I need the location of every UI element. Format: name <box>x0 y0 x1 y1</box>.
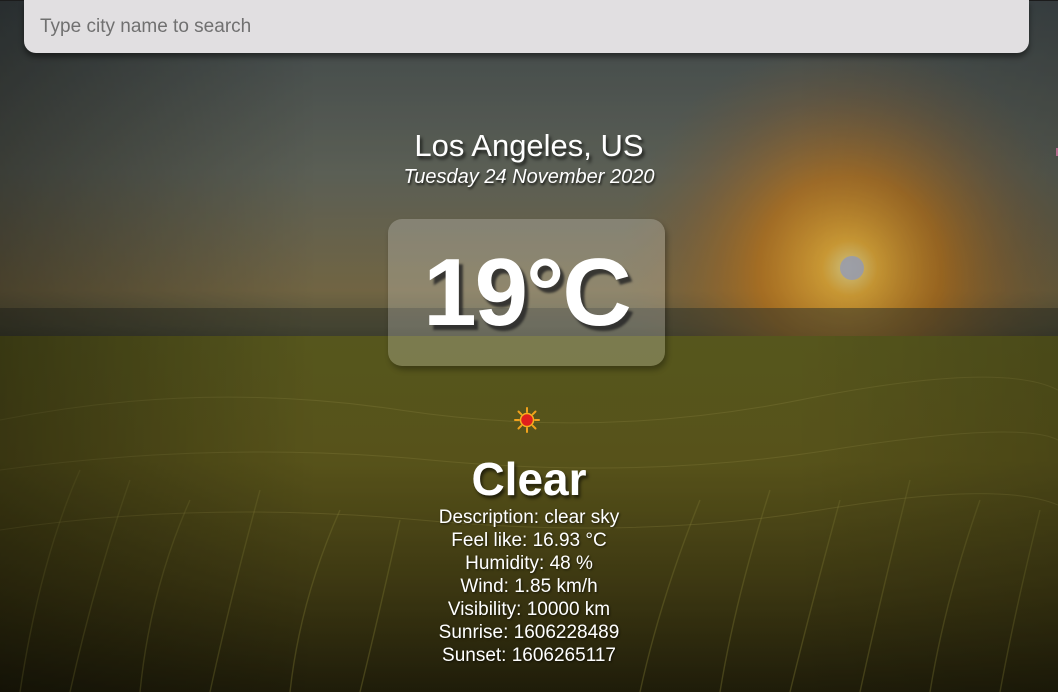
wind-text: Wind: 1.85 km/h <box>460 576 598 597</box>
weather-details: Description: clear sky Feel like: 16.93 … <box>0 506 1058 667</box>
sunrise-text: Sunrise: 1606228489 <box>438 622 620 643</box>
current-date: Tuesday 24 November 2020 <box>403 166 655 188</box>
sun-icon <box>514 407 540 433</box>
description-text: Description: clear sky <box>438 507 620 528</box>
weather-app: Los Angeles, US Tuesday 24 November 2020… <box>0 0 1058 692</box>
location-title: Los Angeles, US <box>414 128 644 163</box>
search-bar[interactable] <box>24 0 1029 53</box>
feels-like-text: Feel like: 16.93 °C <box>451 530 607 551</box>
temperature-value: 19°C <box>423 239 632 346</box>
humidity-text: Humidity: 48 % <box>465 553 593 574</box>
weather-condition: Clear <box>471 453 587 505</box>
temperature-box: 19°C <box>388 219 665 366</box>
sunset-text: Sunset: 1606265117 <box>442 645 616 666</box>
city-search-input[interactable] <box>24 0 1029 53</box>
visibility-text: Visibility: 10000 km <box>447 599 611 620</box>
